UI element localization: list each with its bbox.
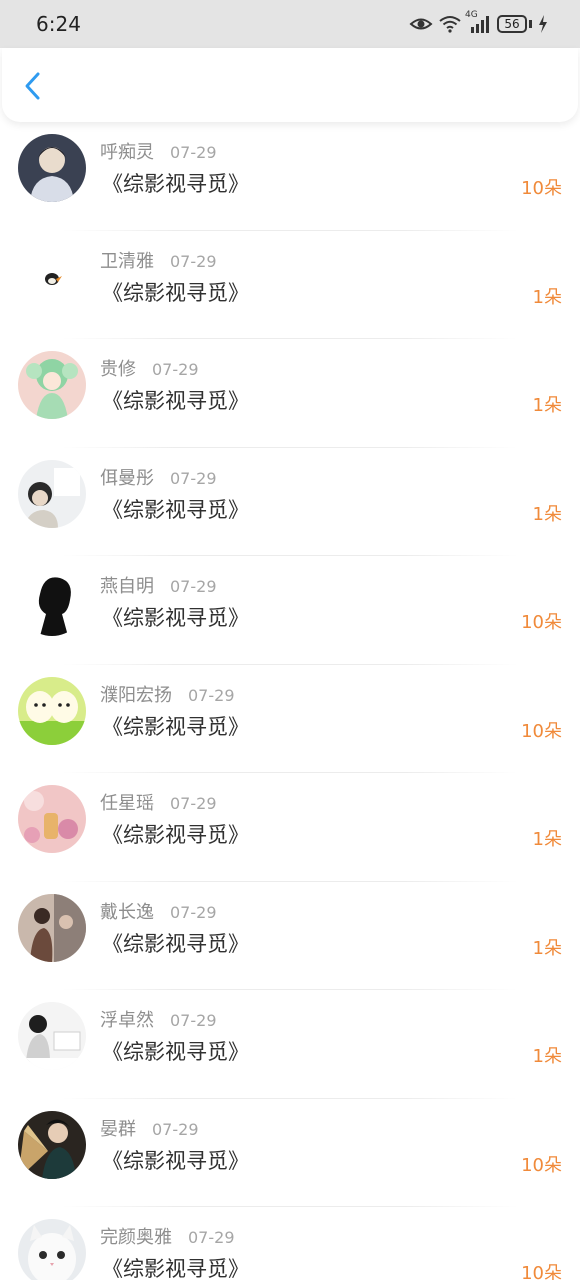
list-item[interactable]: 浮卓然 07-29 《综影视寻觅》 1朵 — [0, 990, 580, 1099]
wifi-icon — [439, 15, 461, 33]
user-name: 呼痴灵 — [100, 142, 154, 163]
network-label: 4G — [465, 10, 478, 20]
user-name: 燕自明 — [100, 576, 154, 597]
record-date: 07-29 — [170, 794, 217, 813]
avatar[interactable] — [18, 676, 86, 745]
status-bar: 6:24 4G 56 — [0, 0, 580, 48]
list-item[interactable]: 晏群 07-29 《综影视寻觅》 10朵 — [0, 1099, 580, 1207]
flower-amount: 10朵 — [521, 178, 562, 199]
flower-amount: 1朵 — [532, 829, 562, 850]
work-title: 《综影视寻觅》 — [102, 931, 249, 956]
avatar[interactable] — [18, 1110, 86, 1179]
chevron-left-icon — [25, 72, 40, 100]
avatar[interactable] — [18, 459, 86, 528]
work-title: 《综影视寻觅》 — [102, 1040, 249, 1064]
user-name: 完颜奥雅 — [100, 1227, 172, 1248]
record-date: 07-29 — [170, 251, 217, 271]
work-title: 《综影视寻觅》 — [102, 497, 249, 522]
record-date: 07-29 — [188, 1228, 235, 1247]
avatar[interactable] — [18, 785, 86, 853]
avatar[interactable] — [18, 1002, 86, 1070]
work-title: 《综影视寻觅》 — [102, 389, 249, 413]
user-name: 贵修 — [100, 359, 136, 380]
flower-amount: 10朵 — [521, 720, 562, 742]
avatar[interactable] — [18, 1219, 86, 1280]
battery-level: 56 — [497, 15, 527, 33]
list-item[interactable]: 戴长逸 07-29 《综影视寻觅》 1朵 — [0, 882, 580, 990]
avatar[interactable] — [18, 893, 86, 962]
work-title: 《综影视寻觅》 — [102, 1257, 249, 1280]
record-date: 07-29 — [152, 360, 199, 379]
work-title: 《综影视寻觅》 — [102, 714, 249, 739]
avatar[interactable] — [18, 134, 86, 202]
charging-icon — [538, 15, 548, 33]
record-date: 07-29 — [188, 685, 235, 705]
record-date: 07-29 — [170, 468, 217, 488]
flower-amount: 10朵 — [521, 612, 562, 633]
battery-icon: 56 — [497, 15, 532, 33]
user-name: 卫清雅 — [100, 250, 154, 272]
record-date: 07-29 — [170, 1011, 217, 1030]
work-title: 《综影视寻觅》 — [102, 606, 249, 630]
work-title: 《综影视寻觅》 — [102, 172, 249, 196]
user-name: 晏群 — [100, 1118, 136, 1140]
record-date: 07-29 — [170, 577, 217, 596]
avatar[interactable] — [18, 568, 86, 636]
user-name: 戴长逸 — [100, 901, 154, 923]
list-item[interactable]: 完颜奥雅 07-29 《综影视寻觅》 10朵 — [0, 1207, 580, 1280]
flower-amount: 10朵 — [521, 1263, 562, 1280]
flower-amount: 1朵 — [532, 395, 562, 416]
record-date: 07-29 — [170, 143, 217, 162]
list-item[interactable]: 濮阳宏扬 07-29 《综影视寻觅》 10朵 — [0, 665, 580, 773]
user-name: 浮卓然 — [100, 1010, 154, 1031]
list-item[interactable]: 任星瑶 07-29 《综影视寻觅》 1朵 — [0, 773, 580, 882]
list-item[interactable]: 贵修 07-29 《综影视寻觅》 1朵 — [0, 339, 580, 448]
status-icons: 4G 56 — [409, 10, 548, 34]
flower-amount: 1朵 — [532, 503, 562, 525]
avatar[interactable] — [18, 351, 86, 419]
list-item[interactable]: 卫清雅 07-29 《综影视寻觅》 1朵 — [0, 231, 580, 339]
user-name: 佴曼彤 — [100, 467, 154, 489]
back-button[interactable] — [16, 68, 52, 104]
list-item[interactable]: 呼痴灵 07-29 《综影视寻觅》 10朵 — [0, 122, 580, 231]
gift-record-list: 呼痴灵 07-29 《综影视寻觅》 10朵 卫清雅 07-29 《综影视寻觅》 1朵… — [0, 122, 580, 1280]
record-date: 07-29 — [170, 902, 217, 922]
work-title: 《综影视寻觅》 — [102, 280, 249, 305]
list-item[interactable]: 燕自明 07-29 《综影视寻觅》 10朵 — [0, 556, 580, 665]
user-name: 濮阳宏扬 — [100, 684, 172, 706]
flower-amount: 1朵 — [532, 286, 562, 308]
flower-amount: 10朵 — [521, 1154, 562, 1176]
eye-icon — [409, 15, 433, 33]
record-date: 07-29 — [152, 1119, 199, 1139]
top-navigation-bar — [2, 48, 578, 122]
avatar[interactable] — [18, 242, 86, 311]
status-time: 6:24 — [36, 12, 81, 36]
work-title: 《综影视寻觅》 — [102, 1148, 249, 1173]
signal-icon: 4G — [465, 10, 491, 34]
flower-amount: 1朵 — [532, 1046, 562, 1067]
list-item[interactable]: 佴曼彤 07-29 《综影视寻觅》 1朵 — [0, 448, 580, 556]
work-title: 《综影视寻觅》 — [102, 823, 249, 847]
flower-amount: 1朵 — [532, 937, 562, 959]
user-name: 任星瑶 — [100, 793, 154, 814]
